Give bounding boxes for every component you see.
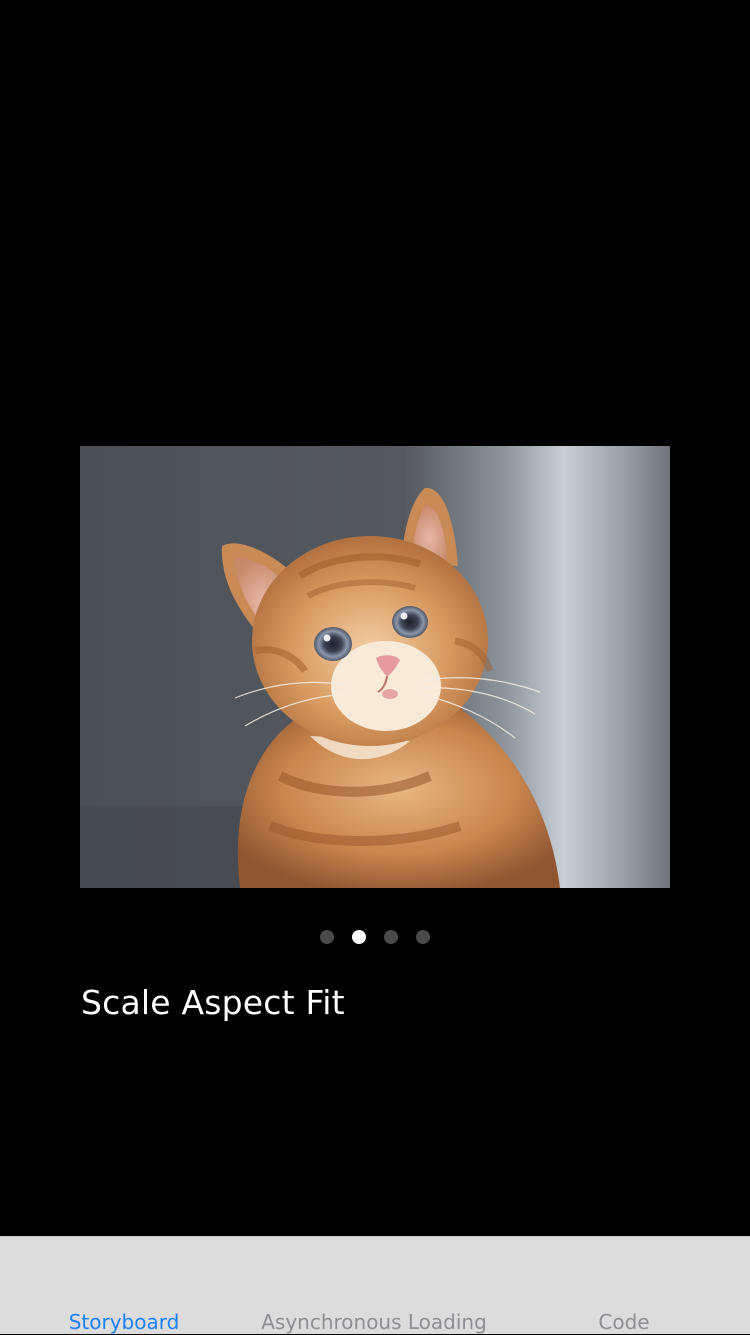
page-dot-2-current[interactable] [352,930,366,944]
page-dot-1[interactable] [320,930,334,944]
kitten-image-view [80,446,670,888]
tab-bar: Storyboard Asynchronous Loading Code [0,1236,750,1334]
content-mode-caption: Scale Aspect Fit [81,983,345,1022]
kitten-photo-icon [80,446,670,888]
page-dot-3[interactable] [384,930,398,944]
tab-storyboard[interactable]: Storyboard [69,1309,180,1335]
tab-asynchronous-loading[interactable]: Asynchronous Loading [261,1309,487,1335]
page-dot-4[interactable] [416,930,430,944]
tab-code[interactable]: Code [598,1309,649,1335]
page-control[interactable] [0,929,750,945]
